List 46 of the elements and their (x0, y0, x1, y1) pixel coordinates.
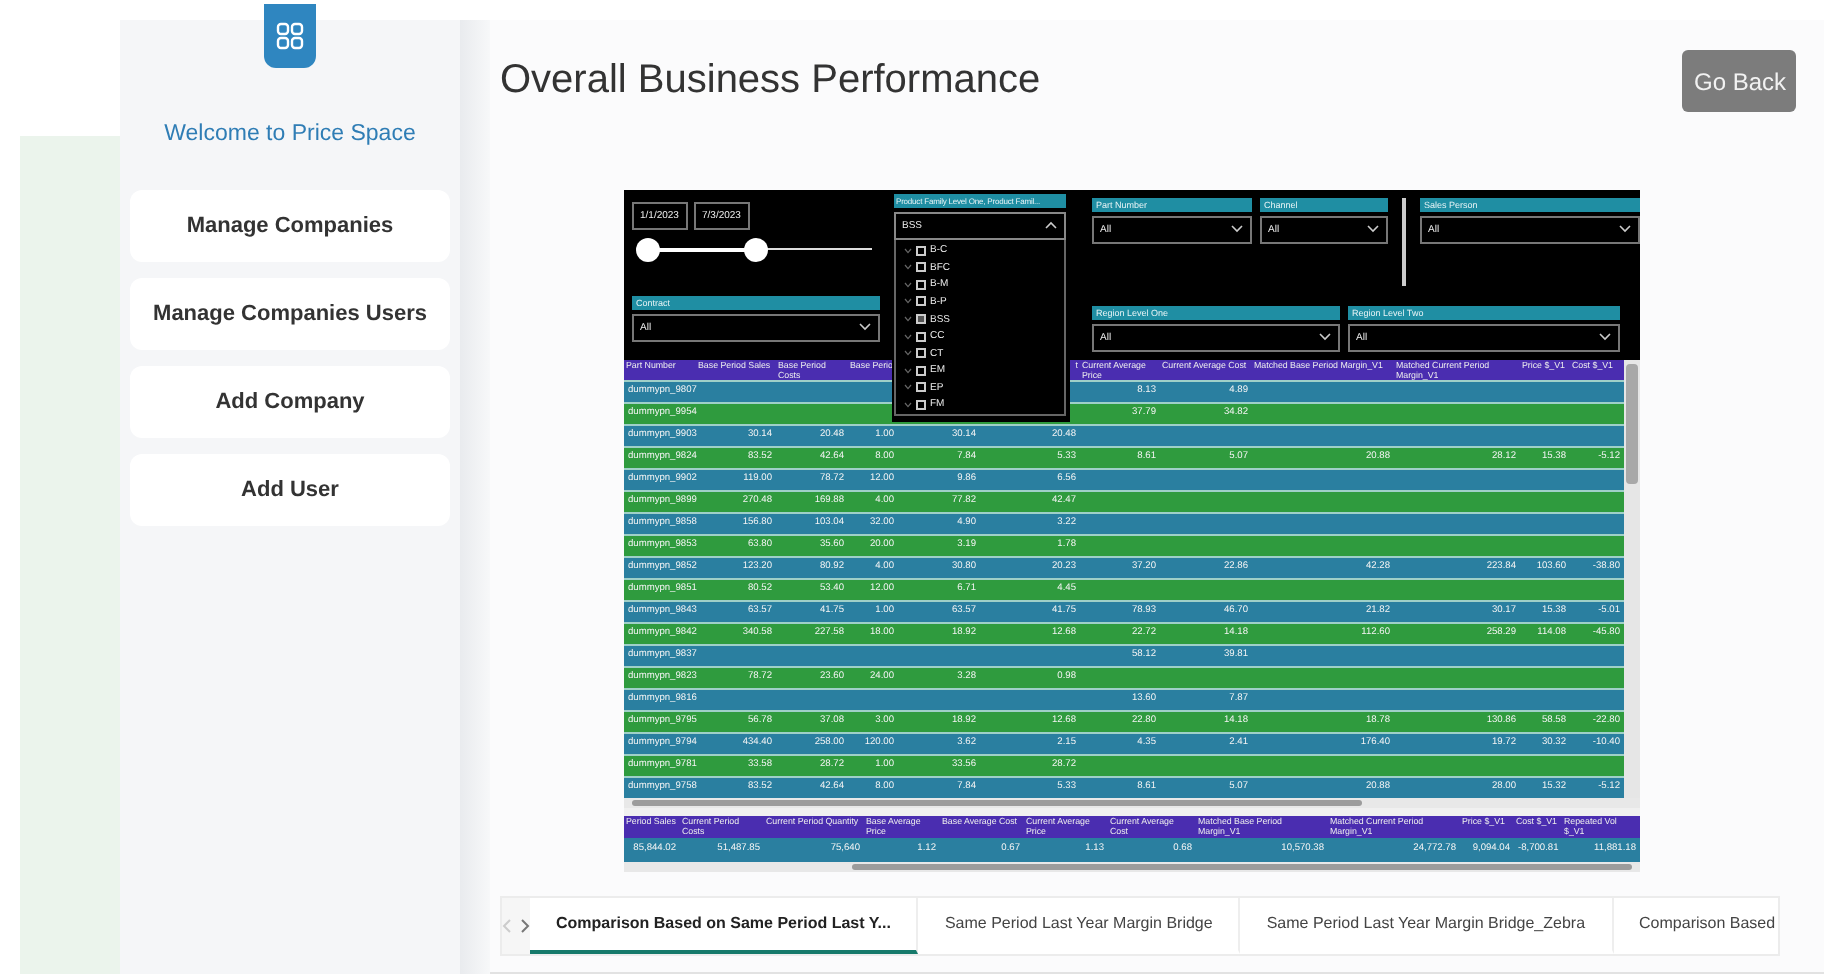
sidebar-item[interactable]: Add User (130, 454, 450, 526)
app-logo[interactable] (264, 4, 316, 68)
chevron-down-icon (904, 298, 912, 305)
checkbox[interactable] (916, 296, 926, 307)
checkbox[interactable] (916, 279, 926, 290)
checkbox[interactable] (916, 365, 926, 376)
chevron-down-icon (904, 333, 912, 340)
chevron-down-icon (904, 247, 912, 254)
page-tab[interactable]: Comparison Based (1613, 897, 1778, 955)
slider-thumb[interactable] (636, 237, 660, 262)
chevron-down-icon (904, 401, 912, 408)
chevron-down-icon[interactable] (1366, 224, 1380, 235)
checkbox[interactable] (916, 348, 926, 359)
chevron-down-icon (904, 384, 912, 391)
sidebar-item[interactable]: Add Company (130, 366, 450, 438)
page-tab[interactable]: Same Period Last Year Margin Bridge_Zebra (1240, 897, 1614, 955)
chevron-down-icon[interactable] (1598, 332, 1612, 343)
checkbox[interactable] (916, 382, 926, 393)
chevron-down-icon (904, 350, 912, 357)
slider-thumb[interactable] (743, 237, 768, 262)
scrollbar[interactable] (624, 861, 1640, 872)
chevron-down-icon[interactable] (858, 322, 872, 333)
chevron-down-icon (904, 281, 912, 288)
checkbox[interactable] (916, 331, 926, 342)
back-button[interactable]: Go Back (1682, 50, 1796, 113)
chevron-down-icon (904, 367, 912, 374)
scrollbar[interactable] (1624, 359, 1640, 798)
caret-up-icon[interactable] (1044, 220, 1058, 231)
page-tab[interactable]: Same Period Last Year Margin Bridge (918, 897, 1241, 955)
page-title: Overall Business Performance (500, 58, 1041, 105)
checkbox[interactable] (916, 314, 926, 325)
chevron-down-icon (904, 264, 912, 271)
checkbox[interactable] (916, 399, 926, 410)
page-tab[interactable]: Comparison Based on Same Period Last Y... (530, 897, 919, 955)
welcome-text: Welcome to Price Space (164, 122, 416, 146)
chevron-right-icon[interactable] (520, 917, 530, 934)
sidebar-item[interactable]: Manage Companies (130, 190, 450, 262)
chevron-down-icon[interactable] (1618, 224, 1632, 235)
scrollbar[interactable] (624, 797, 1640, 808)
checkbox[interactable] (916, 245, 926, 256)
chevron-down-icon (904, 316, 912, 323)
chevron-down-icon[interactable] (1318, 332, 1332, 343)
grid-icon (276, 22, 304, 50)
checkbox[interactable] (916, 262, 926, 273)
sidebar-item[interactable]: Manage Companies Users (130, 278, 450, 350)
chevron-down-icon[interactable] (1230, 224, 1244, 235)
